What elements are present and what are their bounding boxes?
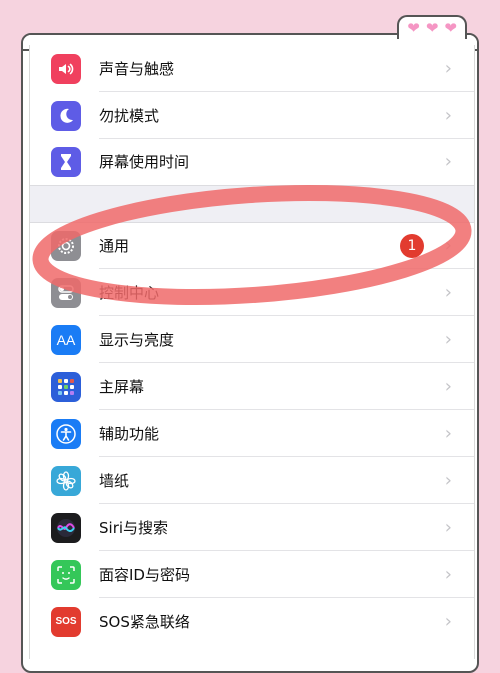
gear-icon <box>51 230 81 261</box>
row-label: 通用 <box>99 237 130 255</box>
chevron-right-icon: › <box>444 423 452 444</box>
settings-row-dnd[interactable]: 勿扰模式 › <box>30 92 474 139</box>
settings-row-siri[interactable]: Siri与搜索 › <box>30 504 474 551</box>
notification-badge: 1 <box>400 233 424 258</box>
moon-icon <box>51 100 81 131</box>
text-size-glyph: AA <box>56 331 76 348</box>
settings-row-screen-time[interactable]: 屏幕使用时间 › <box>30 138 474 185</box>
sos-icon-text: SOS <box>55 616 77 627</box>
chevron-right-icon: › <box>444 376 452 397</box>
settings-row-emergency-sos[interactable]: SOS SOS紧急联络 › <box>30 598 474 645</box>
row-label: 控制中心 <box>99 284 160 302</box>
home-grid-icon <box>51 371 81 402</box>
row-label: 勿扰模式 <box>99 107 160 125</box>
chevron-right-icon: › <box>444 282 452 303</box>
row-label: 主屏幕 <box>99 378 145 396</box>
chevron-right-icon: › <box>444 151 452 172</box>
row-label: 面容ID与密码 <box>99 566 190 584</box>
text-size-icon: AA <box>51 324 81 355</box>
row-label: Siri与搜索 <box>99 519 169 537</box>
settings-row-wallpaper[interactable]: 墙纸 › <box>30 457 474 504</box>
sos-icon: SOS <box>51 606 81 637</box>
siri-icon <box>51 512 81 543</box>
chevron-right-icon: › <box>444 470 452 491</box>
row-label: 辅助功能 <box>99 425 160 443</box>
row-label: 屏幕使用时间 <box>99 153 190 171</box>
face-id-icon <box>51 559 81 590</box>
settings-row-sounds[interactable]: 声音与触感 › <box>30 45 474 92</box>
section-gap <box>30 185 474 223</box>
accessibility-icon <box>51 418 81 449</box>
settings-row-control-center[interactable]: 控制中心 › <box>30 269 474 316</box>
chevron-right-icon: › <box>444 564 452 585</box>
settings-row-face-id[interactable]: 面容ID与密码 › <box>30 551 474 598</box>
heart-icon: ❤ <box>425 18 439 37</box>
flower-icon <box>51 465 81 496</box>
hearts-decoration: ❤ ❤ ❤ <box>397 15 467 39</box>
hourglass-icon <box>51 146 81 177</box>
speaker-icon <box>51 53 81 84</box>
chevron-right-icon: › <box>444 58 452 79</box>
chevron-right-icon: › <box>444 235 452 256</box>
row-label: 显示与亮度 <box>99 331 175 349</box>
heart-icon: ❤ <box>444 18 457 37</box>
toggles-icon <box>51 277 81 308</box>
settings-row-accessibility[interactable]: 辅助功能 › <box>30 410 474 457</box>
chevron-right-icon: › <box>444 611 452 632</box>
row-label: 墙纸 <box>99 472 130 490</box>
chevron-right-icon: › <box>444 329 452 350</box>
chevron-right-icon: › <box>444 517 452 538</box>
row-label: 声音与触感 <box>99 60 175 78</box>
settings-row-general[interactable]: 通用 1 › <box>30 222 474 269</box>
chevron-right-icon: › <box>444 105 452 126</box>
settings-row-display[interactable]: AA 显示与亮度 › <box>30 316 474 363</box>
row-label: SOS紧急联络 <box>99 613 190 631</box>
settings-row-home-screen[interactable]: 主屏幕 › <box>30 363 474 410</box>
heart-icon: ❤ <box>407 18 420 37</box>
settings-list: 声音与触感 › 勿扰模式 › 屏幕使用时间 › 通用 1 › 控制中心 › AA… <box>29 45 475 659</box>
